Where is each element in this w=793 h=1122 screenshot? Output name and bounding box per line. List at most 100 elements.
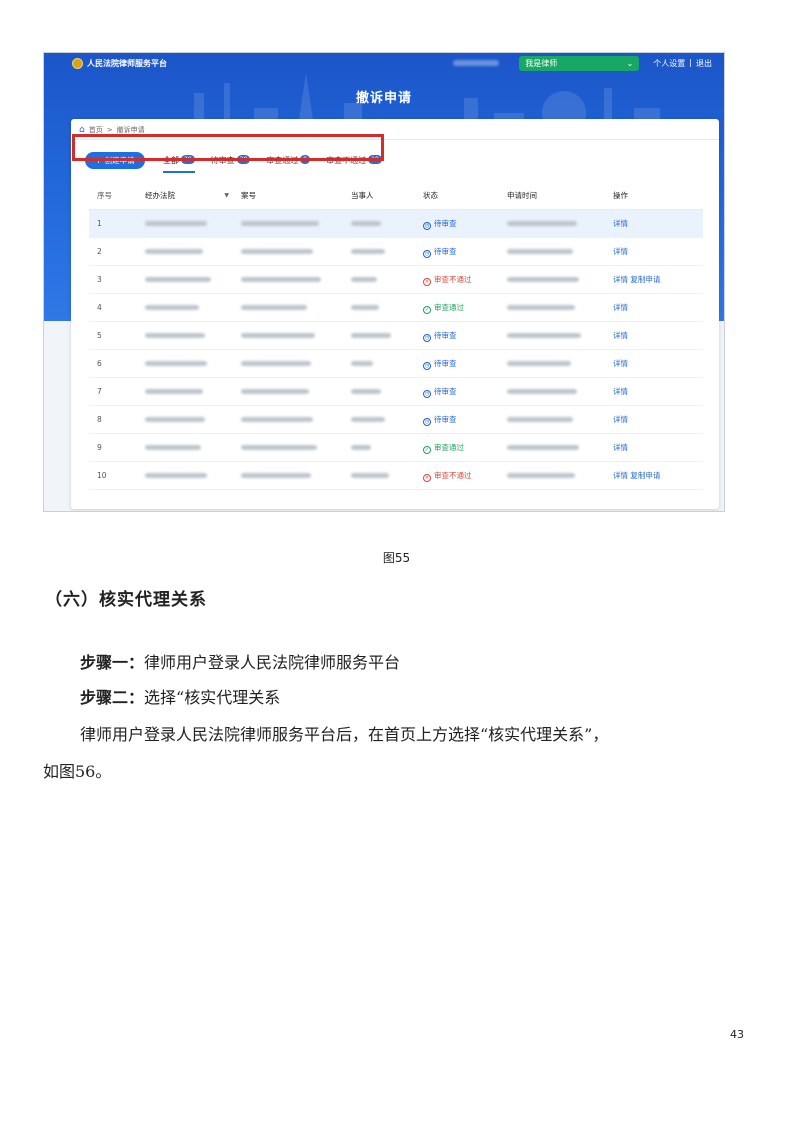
content-panel: ⌂ 首页 > 撤诉申请 + 创建申请 全部 39 待审查 20 审查通过 9 审查不通…: [71, 119, 719, 509]
blurred-court: [139, 361, 235, 366]
step-two: 步骤二：选择“核实代理关系: [80, 684, 280, 708]
status-cell: ✓ 审查通过: [415, 302, 501, 314]
row-actions[interactable]: 详情 复制申请: [609, 470, 703, 481]
personal-settings-link[interactable]: 个人设置: [653, 58, 685, 69]
check-circle-icon: ✓: [423, 445, 431, 454]
row-number: 6: [97, 359, 102, 368]
court-filter-select[interactable]: 经办法院 ▼: [139, 190, 235, 201]
status-text: 待审查: [434, 218, 457, 228]
status-text: 待审查: [434, 386, 457, 396]
blurred-case-number: [235, 417, 345, 422]
figure-55-screenshot: 人民法院律师服务平台 我是律师 ⌄ 个人设置 | 退出 撤诉申请 ⌂ 首页 > …: [43, 52, 725, 512]
blurred-court: [139, 445, 235, 450]
blurred-case-number: [235, 277, 345, 282]
column-header: 状态: [423, 191, 438, 200]
blurred-case-number: [235, 221, 345, 226]
blurred-party: [345, 333, 415, 338]
table-row[interactable]: 4 ✓ 审查通过 详情: [89, 294, 703, 322]
dropdown-triangle-icon: ▼: [224, 192, 229, 199]
column-header: 序号: [97, 191, 112, 200]
table-row[interactable]: 7 ◷ 待审查 详情: [89, 378, 703, 406]
status-text: 待审查: [434, 330, 457, 340]
blurred-time: [501, 249, 609, 254]
blurred-party: [345, 249, 415, 254]
page-title: 撤诉申请: [355, 91, 412, 106]
row-actions[interactable]: 详情: [609, 302, 703, 313]
row-actions[interactable]: 详情: [609, 414, 703, 425]
status-text: 审查不通过: [434, 274, 472, 284]
table-row[interactable]: 2 ◷ 待审查 详情: [89, 238, 703, 266]
column-header: 当事人: [351, 191, 374, 200]
column-header: 案号: [241, 191, 256, 200]
step-label: 步骤一：: [80, 653, 145, 672]
table-row[interactable]: 5 ◷ 待审查 详情: [89, 322, 703, 350]
row-actions[interactable]: 详情: [609, 358, 703, 369]
blurred-court: [139, 417, 235, 422]
row-number: 5: [97, 331, 102, 340]
status-cell: ◷ 待审查: [415, 414, 501, 426]
row-number: 1: [97, 219, 102, 228]
logout-link[interactable]: 退出: [696, 58, 712, 69]
clock-icon: ◷: [423, 361, 431, 370]
status-cell: ◷ 待审查: [415, 330, 501, 342]
body-paragraph-line: 律师用户登录人民法院律师服务平台后，在首页上方选择“核实代理关系”，: [80, 725, 609, 744]
status-cell: ◷ 待审查: [415, 358, 501, 370]
status-text: 待审查: [434, 246, 457, 256]
clock-icon: ◷: [423, 389, 431, 398]
blurred-court: [139, 389, 235, 394]
blurred-username: [453, 60, 500, 66]
blurred-court: [139, 249, 235, 254]
table-row[interactable]: 3 × 审查不通过 详情 复制申请: [89, 266, 703, 294]
chevron-down-icon: ⌄: [626, 58, 634, 68]
blurred-case-number: [235, 361, 345, 366]
status-cell: ◷ 待审查: [415, 386, 501, 398]
row-actions[interactable]: 详情: [609, 386, 703, 397]
step-text: 选择“核实代理关系: [144, 688, 281, 707]
status-cell: ✓ 审查通过: [415, 442, 501, 454]
table-row[interactable]: 6 ◷ 待审查 详情: [89, 350, 703, 378]
blurred-court: [139, 277, 235, 282]
top-links: 个人设置 | 退出: [653, 58, 712, 69]
figure-caption: 图55: [382, 551, 411, 565]
table-row[interactable]: 1 ◷ 待审查 详情: [89, 210, 703, 238]
step-one: 步骤一：律师用户登录人民法院律师服务平台: [80, 649, 400, 673]
blurred-case-number: [235, 389, 345, 394]
table-row[interactable]: 9 ✓ 审查通过 详情: [89, 434, 703, 462]
row-number: 3: [97, 275, 102, 284]
row-number: 2: [97, 247, 102, 256]
row-actions[interactable]: 详情: [609, 246, 703, 257]
blurred-party: [345, 445, 415, 450]
table-row[interactable]: 10 × 审查不通过 详情 复制申请: [89, 462, 703, 490]
blurred-court: [139, 473, 235, 478]
status-text: 审查通过: [434, 442, 464, 452]
table-header: 序号 经办法院 ▼ 案号 当事人 状态 申请时间 操作: [89, 182, 703, 210]
blurred-time: [501, 389, 609, 394]
row-actions[interactable]: 详情: [609, 330, 703, 341]
application-table: 序号 经办法院 ▼ 案号 当事人 状态 申请时间 操作 1 ◷ 待审查 详情 2 ◷ 待审查详…: [89, 182, 703, 490]
blurred-time: [501, 473, 609, 478]
row-number: 8: [97, 415, 102, 424]
blurred-party: [345, 417, 415, 422]
row-actions[interactable]: 详情: [609, 442, 703, 453]
blurred-party: [345, 305, 415, 310]
blurred-case-number: [235, 333, 345, 338]
status-text: 待审查: [434, 358, 457, 368]
row-actions[interactable]: 详情: [609, 218, 703, 229]
clock-icon: ◷: [423, 417, 431, 426]
column-header: 经办法院: [145, 191, 175, 200]
row-actions[interactable]: 详情 复制申请: [609, 274, 703, 285]
blurred-party: [345, 221, 415, 226]
column-header: 操作: [613, 191, 628, 200]
column-header: 申请时间: [507, 191, 537, 200]
check-circle-icon: ✓: [423, 305, 431, 314]
clock-icon: ◷: [423, 249, 431, 258]
table-row[interactable]: 8 ◷ 待审查 详情: [89, 406, 703, 434]
role-select[interactable]: 我是律师 ⌄: [519, 55, 640, 71]
table-body: 1 ◷ 待审查 详情 2 ◷ 待审查 详情 3 × 审查不通过 详情 复制申请 4 ✓ 审查通过 详情 5 ◷ 待审…: [89, 210, 703, 490]
blurred-case-number: [235, 305, 345, 310]
platform-brand: 人民法院律师服务平台: [87, 58, 167, 68]
row-number: 7: [97, 387, 102, 396]
blurred-time: [501, 445, 609, 450]
status-text: 审查通过: [434, 302, 464, 312]
role-select-value: 我是律师: [525, 58, 558, 68]
